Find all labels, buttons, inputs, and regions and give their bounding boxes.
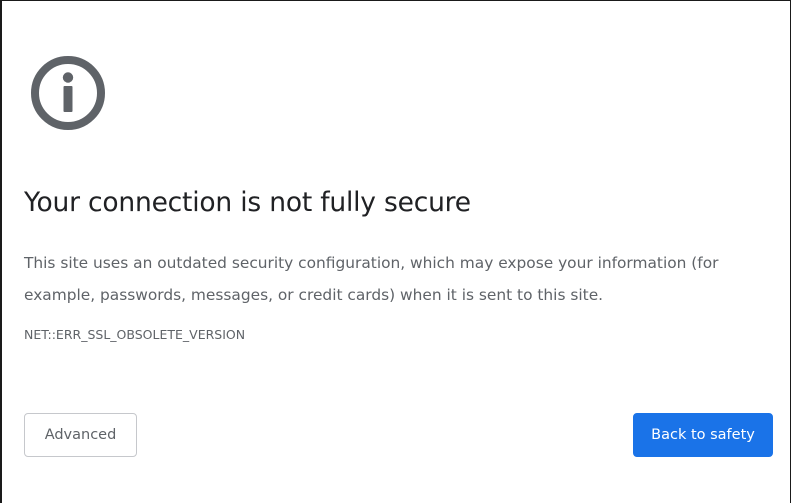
interstitial-page: Your connection is not fully secure This… [0,0,791,503]
back-to-safety-button[interactable]: Back to safety [633,413,773,457]
error-code: NET::ERR_SSL_OBSOLETE_VERSION [24,327,246,342]
info-circle-icon [31,56,105,130]
explanation-text: This site uses an outdated security conf… [24,254,719,304]
page-title: Your connection is not fully secure [24,187,471,218]
advanced-button[interactable]: Advanced [24,413,137,457]
